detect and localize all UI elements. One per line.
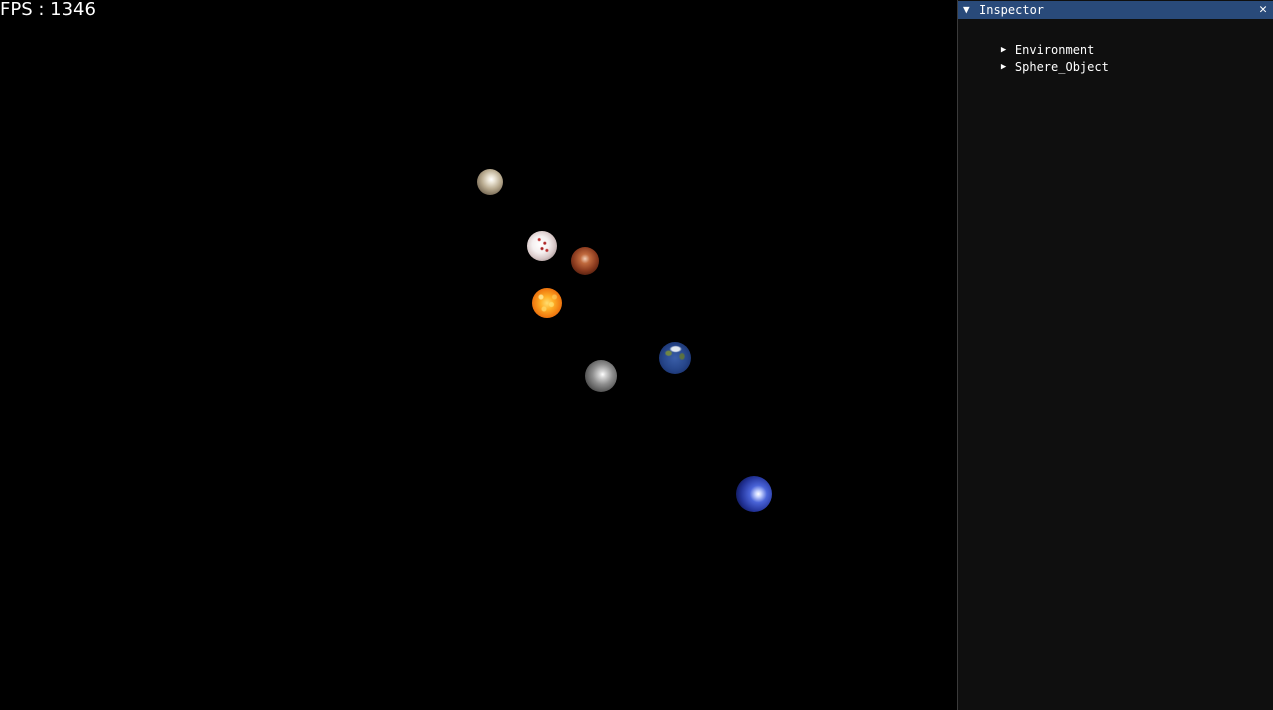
tree-node-label: Sphere_Object bbox=[1014, 60, 1109, 74]
expand-arrow-icon[interactable]: ▶ bbox=[1001, 59, 1015, 75]
planet-moon bbox=[585, 360, 617, 392]
planet-white bbox=[527, 231, 557, 261]
inspector-title: Inspector bbox=[979, 3, 1045, 17]
tree-node-sphere-object[interactable]: ▶ Sphere_Object bbox=[972, 43, 1109, 74]
fps-counter: FPS : 1346 bbox=[0, 0, 96, 20]
collapse-triangle-icon[interactable]: ▼ bbox=[963, 1, 975, 19]
tree-node-environment[interactable]: ▶ Environment bbox=[972, 26, 1094, 57]
planet-saturn bbox=[477, 169, 503, 195]
planet-neptune bbox=[736, 476, 772, 512]
planet-sun bbox=[532, 288, 562, 318]
close-icon[interactable]: ✕ bbox=[1259, 1, 1267, 19]
planet-earth bbox=[659, 342, 691, 374]
planet-mars bbox=[571, 247, 599, 275]
inspector-title-bar[interactable]: ▼ Inspector ✕ bbox=[958, 1, 1273, 19]
scene-viewport[interactable]: FPS : 1346 bbox=[0, 0, 957, 710]
inspector-panel: ▼ Inspector ✕ ▶ Environment ▶ Sphere_Objec… bbox=[957, 0, 1273, 710]
